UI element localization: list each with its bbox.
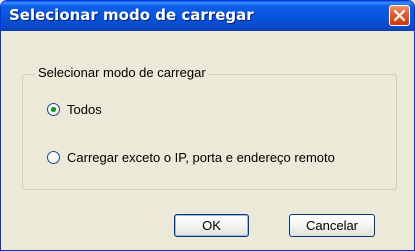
radio-except-remote[interactable] xyxy=(47,151,60,164)
close-button[interactable] xyxy=(389,5,410,26)
option-todos-label: Todos xyxy=(67,102,102,117)
option-except-remote[interactable]: Carregar exceto o IP, porta e endereço r… xyxy=(47,150,335,165)
load-mode-groupbox xyxy=(22,74,397,190)
option-todos[interactable]: Todos xyxy=(47,102,102,117)
groupbox-legend: Selecionar modo de carregar xyxy=(35,65,209,80)
cancel-button[interactable]: Cancelar xyxy=(289,214,375,237)
option-except-remote-label: Carregar exceto o IP, porta e endereço r… xyxy=(67,150,335,165)
ok-button[interactable]: OK xyxy=(174,214,249,237)
close-icon xyxy=(393,9,406,22)
title-bar: Selecionar modo de carregar xyxy=(1,1,414,31)
window-title: Selecionar modo de carregar xyxy=(9,6,254,24)
dialog-window: Selecionar modo de carregar Selecionar m… xyxy=(0,0,415,251)
radio-selected-dot xyxy=(51,107,56,112)
radio-todos[interactable] xyxy=(47,103,60,116)
